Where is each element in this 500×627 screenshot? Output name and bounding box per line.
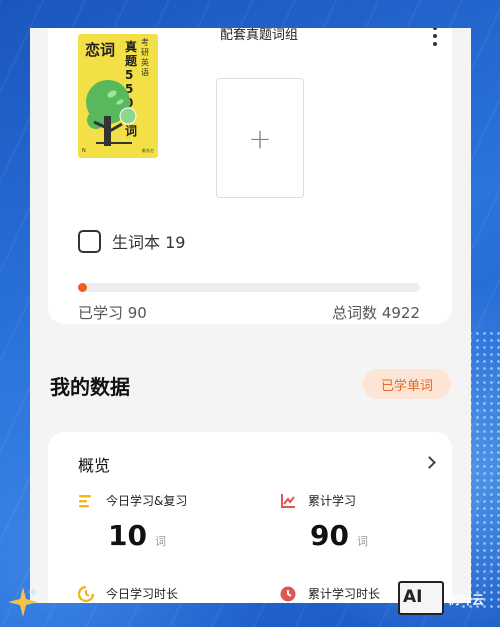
wordbook-card: 恋词 考研英语 真题5500词 N 新东方 配套真题词组 + [48,28,452,324]
sparkle-decoration [8,587,38,617]
book-publisher: 新东方 [142,148,154,153]
watermark-badge: AI [398,581,444,615]
my-data-title: 我的数据 [50,375,130,399]
book-title-left: 恋词 [85,41,116,59]
vocab-book-checkbox[interactable] [78,229,101,253]
plus-icon: + [248,121,272,155]
learned-count: 已学习 90 [78,304,147,322]
learning-progress-bar [78,283,420,292]
tree-illustration [86,80,137,146]
book-title-side: 考研英语 [141,38,149,77]
book-cover[interactable]: 恋词 考研英语 真题5500词 N 新东方 [78,34,158,158]
stat-label: 今日学习时长 [106,587,179,601]
trend-chart-icon [281,493,295,508]
set-section-title: 配套真题词组 [220,28,299,43]
clock-partial-icon [78,585,94,602]
chevron-right-icon[interactable] [423,456,436,469]
stat-value: 90 [310,519,349,552]
stat-label: 累计学习时长 [308,587,381,601]
stat-label: 今日学习&复习 [106,494,188,508]
overview-card: 概览 今日学习&复习 10 词 累计学习 90 词 今日学习时长 累计学习时长 [48,432,452,603]
stat-label: 累计学习 [308,494,357,508]
vocab-book-row[interactable]: 生词本 19 [78,229,185,253]
stat-today-study-review: 今日学习&复习 10 词 [78,492,187,552]
watermark-text: 树叶云 [448,593,485,607]
clock-icon [280,586,296,601]
add-set-button[interactable]: + [216,78,304,198]
stat-unit: 词 [154,535,166,548]
overview-title: 概览 [78,456,111,475]
stat-today-duration: 今日学习时长 [78,585,178,602]
learned-words-button[interactable]: 已学单词 [363,369,451,399]
vocab-book-label: 生词本 19 [112,233,186,252]
learning-progress-fill [78,283,87,292]
stat-value: 10 [108,519,147,552]
app-screen: 恋词 考研英语 真题5500词 N 新东方 配套真题词组 + [30,28,471,603]
book-foot-left: N [82,148,86,154]
more-vertical-icon[interactable] [432,28,438,48]
list-icon [79,494,91,507]
stat-cumulative-duration: 累计学习时长 [280,585,380,602]
stat-cumulative-study: 累计学习 90 词 [280,492,368,552]
total-word-count: 总词数 4922 [332,304,420,322]
stat-unit: 词 [356,535,368,548]
